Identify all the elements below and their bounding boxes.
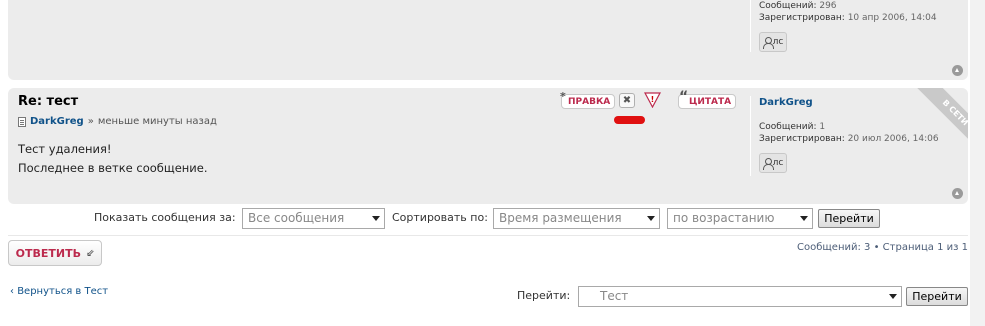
dropdown-arrow-icon <box>372 216 380 221</box>
reply-arrow-icon: ⇙ <box>85 247 95 259</box>
person-icon <box>762 157 774 170</box>
page-right-gutter <box>970 0 985 326</box>
profile-posts-value: 296 <box>819 1 837 11</box>
edit-star-icon: * <box>560 90 566 103</box>
profile-divider <box>750 0 751 52</box>
pm-button[interactable]: лс <box>759 153 787 173</box>
profile-posts-label: Сообщений: <box>759 1 817 11</box>
back-chevron-icon: ‹ <box>10 286 14 297</box>
profile-registered: Зарегистрирован: 20 июл 2006, 14:06 <box>759 133 939 145</box>
document-icon[interactable] <box>18 116 26 127</box>
pm-button-label: лс <box>772 158 784 168</box>
profile-registered: Зарегистрирован: 10 апр 2006, 14:04 <box>759 12 937 24</box>
meta-separator: » <box>87 116 94 127</box>
profile-posts-count: Сообщений: 1 <box>759 121 825 133</box>
profile-posts-count: Сообщений: 296 <box>759 0 837 12</box>
reply-button[interactable]: ОТВЕТИТЬ ⇙ <box>8 240 102 266</box>
post-title[interactable]: Re: тест <box>18 94 78 109</box>
post-time: меньше минуты назад <box>97 116 217 127</box>
post-body-line: Тест удаления! <box>18 142 112 156</box>
jump-go-button[interactable]: Перейти <box>906 287 968 306</box>
sort-by-label: Сортировать по: <box>392 211 488 224</box>
delete-icon[interactable]: ✖ <box>619 93 635 108</box>
dropdown-arrow-icon <box>889 294 897 299</box>
dropdown-arrow-icon <box>647 216 655 221</box>
back-to-top-icon[interactable] <box>952 188 963 199</box>
warning-glyph: ! <box>651 95 655 104</box>
profile-registered-value: 10 апр 2006, 14:04 <box>847 13 937 23</box>
quote-button[interactable]: “ ЦИТАТА <box>678 89 737 109</box>
sort-order-select[interactable]: по возрастанию <box>667 208 813 229</box>
back-to-top-icon[interactable] <box>952 65 963 76</box>
edit-button-label: ПРАВКА <box>568 96 611 107</box>
post-author-link[interactable]: DarkGreg <box>30 116 84 127</box>
profile-registered-value: 20 июл 2006, 14:06 <box>847 134 939 144</box>
warning-icon[interactable]: ! <box>643 92 662 109</box>
page: Сообщений: 296 Зарегистрирован: 10 апр 2… <box>0 0 985 326</box>
profile-author-link[interactable]: DarkGreg <box>759 97 813 108</box>
sort-by-select[interactable]: Время размещения <box>493 208 660 229</box>
show-posts-label: Показать сообщения за: <box>94 211 236 224</box>
divider <box>8 235 968 236</box>
edit-button[interactable]: * ПРАВКА <box>560 90 616 109</box>
pagination-info: Сообщений: 3 • Страница 1 из 1 <box>797 242 968 253</box>
profile-posts-label: Сообщений: <box>759 122 817 132</box>
dropdown-arrow-icon <box>800 216 808 221</box>
sort-by-value: Время размещения <box>499 211 622 225</box>
sort-go-button[interactable]: Перейти <box>818 209 880 228</box>
post-current: В СЕТИ Re: тест DarkGreg » меньше минуты… <box>8 88 968 204</box>
sort-order-value: по возрастанию <box>673 211 775 225</box>
delete-glyph: ✖ <box>622 95 632 106</box>
profile-registered-label: Зарегистрирован: <box>759 13 845 23</box>
red-highlight-mark <box>614 116 645 124</box>
back-link[interactable]: ‹ Вернуться в Тест <box>10 286 108 297</box>
jump-to-label: Перейти: <box>517 289 571 302</box>
jump-to-select[interactable]: Тест <box>578 286 902 307</box>
show-posts-select[interactable]: Все сообщения <box>242 208 385 229</box>
post-meta: DarkGreg » меньше минуты назад <box>18 116 217 127</box>
jump-to-value: Тест <box>600 289 629 303</box>
post-body-line: Последнее в ветке сообщение. <box>18 161 208 175</box>
person-icon <box>762 36 774 49</box>
profile-divider <box>750 96 751 176</box>
pm-button[interactable]: лс <box>759 32 787 52</box>
post-body: Тест удаления! Последнее в ветке сообщен… <box>18 140 208 178</box>
reply-button-label: ОТВЕТИТЬ <box>15 246 81 260</box>
pm-button-label: лс <box>772 37 784 47</box>
quote-marks-icon: “ <box>679 89 689 105</box>
profile-registered-label: Зарегистрирован: <box>759 134 845 144</box>
quote-button-label: ЦИТАТА <box>689 96 732 107</box>
sort-bar: Показать сообщения за: Все сообщения Сор… <box>0 208 970 230</box>
back-link-label: Вернуться в Тест <box>17 286 109 297</box>
post-previous: Сообщений: 296 Зарегистрирован: 10 апр 2… <box>8 0 968 80</box>
show-posts-value: Все сообщения <box>248 211 345 225</box>
profile-posts-value: 1 <box>819 122 826 132</box>
